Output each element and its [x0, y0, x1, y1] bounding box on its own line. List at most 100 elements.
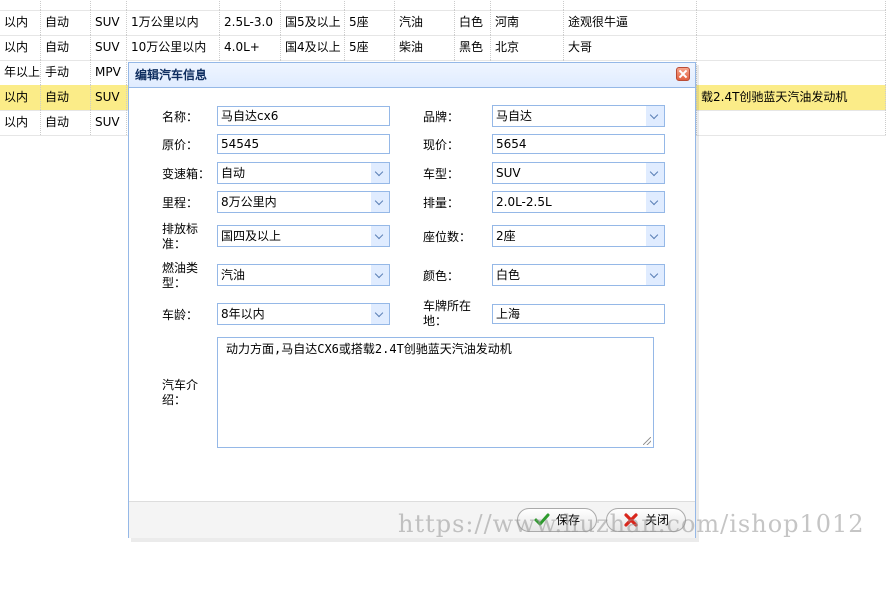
color-value: 白色 [496, 268, 521, 282]
description-label-line1: 汽车介 [162, 378, 199, 392]
chevron-down-icon[interactable] [646, 106, 664, 126]
edit-car-dialog: 编辑汽车信息 名称： 马自达cx6 品牌： 马自达 原价： 54545 现价： … [128, 62, 696, 538]
fuel-select[interactable]: 汽油 [217, 264, 390, 286]
emission-label: 排放标 准： [162, 222, 198, 252]
table-cell [345, 0, 395, 10]
table-cell: SUV [91, 85, 127, 110]
table-cell: 10万公里以内 [127, 35, 220, 60]
table-cell [697, 110, 886, 135]
table-cell: 柴油 [395, 35, 455, 60]
close-icon[interactable] [676, 67, 690, 81]
chevron-down-icon[interactable] [371, 163, 389, 183]
chevron-down-icon[interactable] [646, 265, 664, 285]
table-cell: 汽油 [395, 10, 455, 35]
seats-select[interactable]: 2座 [492, 225, 665, 247]
mileage-select[interactable]: 8万公里内 [217, 191, 390, 213]
table-cell [697, 35, 886, 60]
chevron-down-icon[interactable] [371, 265, 389, 285]
emission-label-line2: 准： [162, 237, 187, 251]
description-label-line2: 绍： [162, 393, 187, 407]
resize-grip-icon[interactable] [643, 437, 651, 445]
table-cell [41, 0, 91, 10]
table-cell: 1万公里以内 [127, 10, 220, 35]
table-cell: 以内 [0, 110, 41, 135]
table-cell [697, 60, 886, 85]
name-label: 名称： [162, 110, 199, 124]
description-label: 汽车介 绍： [162, 378, 198, 408]
age-select[interactable]: 8年以内 [217, 303, 390, 325]
displacement-label: 排量： [423, 196, 460, 210]
table-row[interactable]: 以内 自动 SUV 1万公里以内 2.5L-3.0 国5及以上 5座 汽油 白色 河南 途观很牛逼 [0, 10, 886, 36]
seats-label: 座位数： [423, 230, 472, 244]
gearbox-label: 变速箱： [162, 167, 211, 181]
gearbox-value: 自动 [221, 166, 246, 180]
chevron-down-icon[interactable] [646, 192, 664, 212]
gearbox-select[interactable]: 自动 [217, 162, 390, 184]
color-select[interactable]: 白色 [492, 264, 665, 286]
table-cell: 手动 [41, 60, 91, 85]
table-cell [455, 0, 491, 10]
table-cell: 4.0L+ [220, 35, 281, 60]
brand-label: 品牌： [423, 110, 460, 124]
plate-location-label-line2: 地： [423, 314, 448, 328]
table-cell: 自动 [41, 85, 91, 110]
original-price-input[interactable]: 54545 [217, 134, 390, 154]
chevron-down-icon[interactable] [646, 163, 664, 183]
age-value: 8年以内 [221, 307, 265, 321]
table-cell: MPV [91, 60, 127, 85]
seats-value: 2座 [496, 229, 516, 243]
plate-location-label: 车牌所在 地： [423, 299, 471, 329]
table-cell [281, 0, 345, 10]
current-price-input[interactable]: 5654 [492, 134, 665, 154]
table-cell: 河南 [491, 10, 564, 35]
table-cell: 5座 [345, 35, 395, 60]
table-cell [220, 0, 281, 10]
displacement-select[interactable]: 2.0L-2.5L [492, 191, 665, 213]
table-cell: 以内 [0, 10, 41, 35]
table-cell: 北京 [491, 35, 564, 60]
table-cell: 黑色 [455, 35, 491, 60]
table-cell: SUV [91, 110, 127, 135]
current-price-label: 现价： [423, 138, 460, 152]
table-cell: 2.5L-3.0 [220, 10, 281, 35]
table-cell: 国4及以上 [281, 35, 345, 60]
color-label: 颜色： [423, 269, 460, 283]
chevron-down-icon[interactable] [371, 192, 389, 212]
fuel-value: 汽油 [221, 268, 246, 282]
table-cell: SUV [91, 35, 127, 60]
dialog-header[interactable]: 编辑汽车信息 [129, 63, 695, 88]
table-cell [564, 0, 697, 10]
car-type-select[interactable]: SUV [492, 162, 665, 184]
description-textarea[interactable]: 动力方面,马自达CX6或搭载2.4T创驰蓝天汽油发动机 [217, 337, 654, 448]
plate-location-label-line1: 车牌所在 [423, 299, 472, 313]
mileage-value: 8万公里内 [221, 195, 277, 209]
table-cell: 白色 [455, 10, 491, 35]
chevron-down-icon[interactable] [371, 226, 389, 246]
chevron-down-icon[interactable] [646, 226, 664, 246]
table-cell [697, 0, 886, 10]
table-cell [0, 0, 41, 10]
table-cell [91, 0, 127, 10]
table-cell: 国5及以上 [281, 10, 345, 35]
brand-value: 马自达 [496, 109, 533, 123]
chevron-down-icon[interactable] [371, 304, 389, 324]
table-row[interactable]: 以内 自动 SUV 10万公里以内 4.0L+ 国4及以上 5座 柴油 黑色 北京 大哥 [0, 35, 886, 61]
original-price-label: 原价： [162, 138, 199, 152]
dialog-body: 名称： 马自达cx6 品牌： 马自达 原价： 54545 现价： 5654 变速… [129, 88, 695, 501]
fuel-label: 燃油类 型： [162, 261, 198, 291]
table-cell: 以内 [0, 85, 41, 110]
car-type-value: SUV [496, 166, 521, 180]
age-label: 车龄： [162, 308, 199, 322]
table-cell [395, 0, 455, 10]
name-input[interactable]: 马自达cx6 [217, 106, 390, 126]
table-cell: 以内 [0, 35, 41, 60]
mileage-label: 里程： [162, 196, 199, 210]
emission-select[interactable]: 国四及以上 [217, 225, 390, 247]
car-type-label: 车型： [423, 167, 460, 181]
description-text: 动力方面,马自达CX6或搭载2.4T创驰蓝天汽油发动机 [226, 342, 512, 356]
table-cell: SUV [91, 10, 127, 35]
fuel-label-line1: 燃油类 [162, 261, 199, 275]
brand-select[interactable]: 马自达 [492, 105, 665, 127]
plate-location-input[interactable]: 上海 [492, 304, 665, 324]
table-cell: 自动 [41, 35, 91, 60]
